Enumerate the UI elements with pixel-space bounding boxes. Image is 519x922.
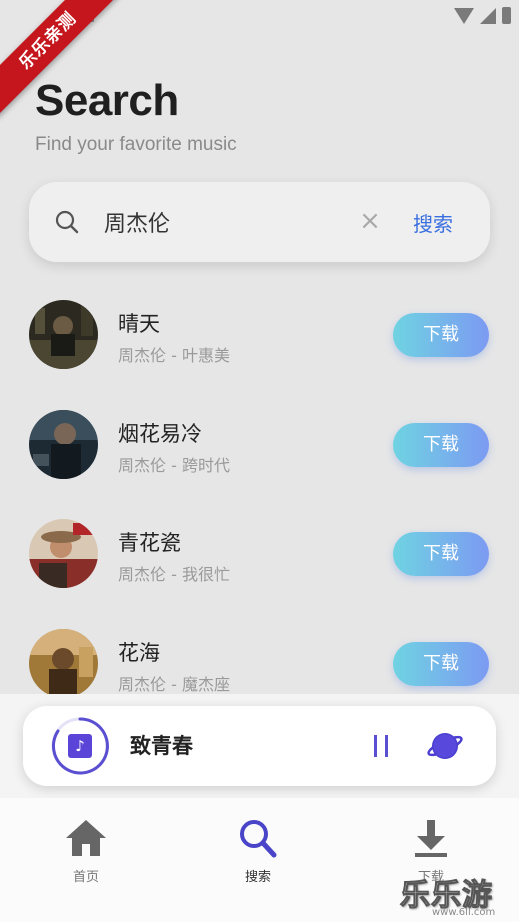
download-button[interactable]: 下载 <box>393 313 489 357</box>
wifi-icon <box>454 7 474 24</box>
nav-home[interactable]: 首页 <box>41 818 131 885</box>
album-cover <box>29 519 98 588</box>
home-icon <box>66 820 106 856</box>
search-bar: × 搜索 <box>29 182 490 262</box>
list-item[interactable]: 青花瓷 周杰伦 - 我很忙 下载 <box>0 509 519 599</box>
list-item[interactable]: 晴天 周杰伦 - 叶惠美 下载 <box>0 290 519 380</box>
status-icons <box>454 7 511 24</box>
album-cover <box>29 629 98 698</box>
signal-icon <box>480 7 496 24</box>
nav-search-label: 搜索 <box>244 870 271 885</box>
mini-player[interactable]: ♪ 致青春 <box>23 706 496 786</box>
nav-home-label: 首页 <box>72 870 99 885</box>
now-playing-title: 致青春 <box>130 734 193 758</box>
page-subtitle: Find your favorite music <box>35 134 237 155</box>
download-button[interactable]: 下载 <box>393 642 489 686</box>
notification-icon <box>78 9 94 22</box>
pause-icon[interactable] <box>372 735 390 757</box>
song-artist: 周杰伦 - 魔杰座 <box>118 675 230 694</box>
status-bar <box>0 0 519 34</box>
page-title: Search <box>35 76 179 125</box>
search-icon <box>240 820 277 858</box>
song-title: 晴天 <box>118 312 160 336</box>
song-artist: 周杰伦 - 叶惠美 <box>118 346 230 365</box>
nav-search[interactable]: 搜索 <box>213 818 303 885</box>
song-title: 青花瓷 <box>118 531 181 555</box>
album-cover <box>29 410 98 479</box>
planet-icon[interactable] <box>426 728 464 764</box>
download-icon <box>415 820 447 857</box>
download-button[interactable]: 下载 <box>393 423 489 467</box>
song-title: 花海 <box>118 641 160 665</box>
list-item[interactable]: 烟花易冷 周杰伦 - 跨时代 下载 <box>0 400 519 490</box>
battery-icon <box>502 7 511 24</box>
music-note-icon: ♪ <box>68 734 92 758</box>
song-artist: 周杰伦 - 跨时代 <box>118 456 230 475</box>
watermark-url: www.6ll.com <box>432 907 496 918</box>
song-artist: 周杰伦 - 我很忙 <box>118 565 230 584</box>
download-button[interactable]: 下载 <box>393 532 489 576</box>
search-icon <box>55 210 79 234</box>
search-button[interactable]: 搜索 <box>413 208 453 237</box>
clear-icon[interactable]: × <box>357 208 383 234</box>
song-title: 烟花易冷 <box>118 422 202 446</box>
search-input[interactable] <box>104 204 334 240</box>
album-cover <box>29 300 98 369</box>
